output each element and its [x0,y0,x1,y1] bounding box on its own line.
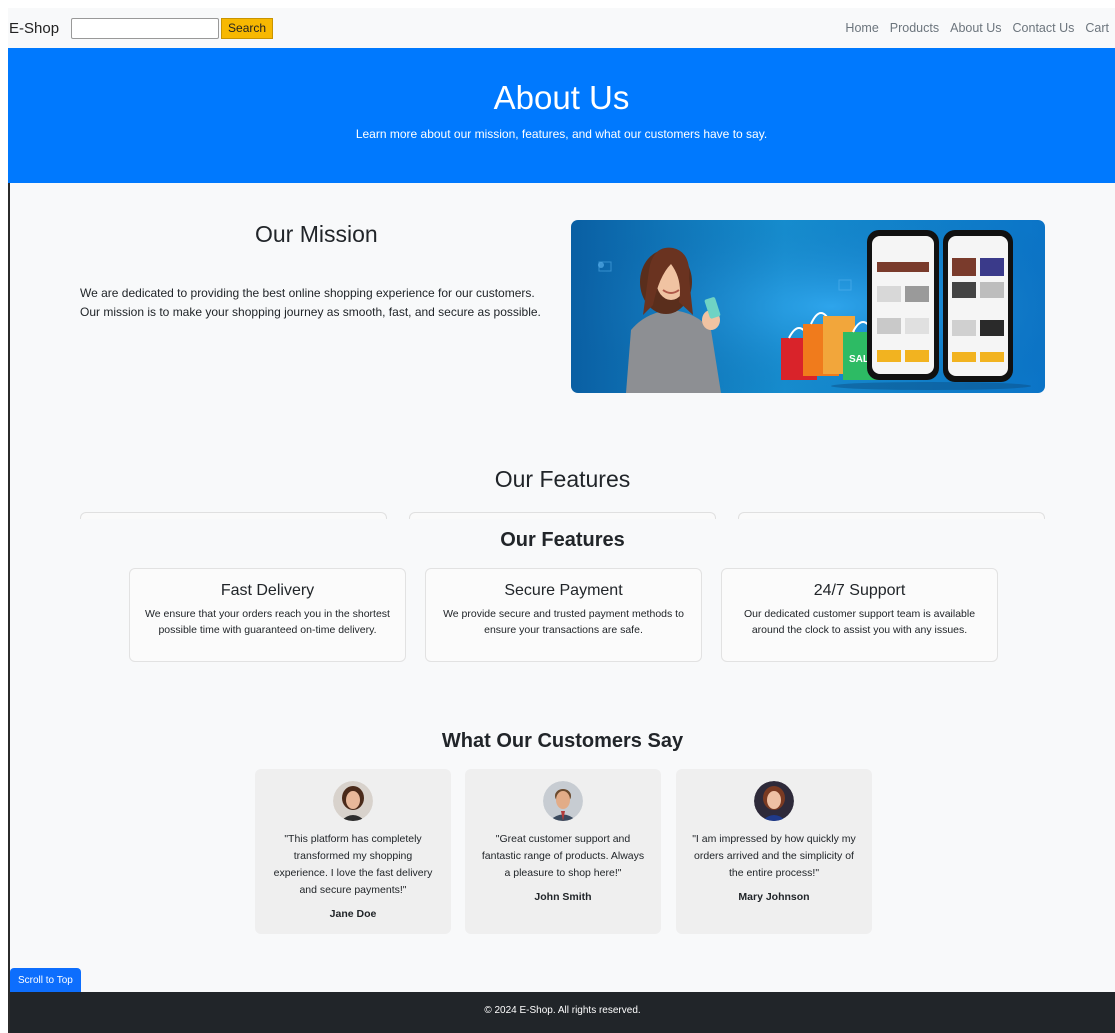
testimonial-card: "I am impressed by how quickly my orders… [676,769,872,934]
hero-title: About Us [493,79,630,116]
mission-section: Our Mission We are dedicated to providin… [10,183,1115,524]
feature-text: We ensure that your orders reach you in … [145,608,390,636]
shopping-illustration: SALE [571,220,1045,393]
testimonial-card: "This platform has completely transforme… [255,769,451,934]
footer-copyright: © 2024 E-Shop. All rights reserved. [484,1005,641,1016]
hero-banner: About Us Learn more about our mission, f… [8,48,1115,183]
navbar: E-Shop Search Home Products About Us Con… [8,8,1115,48]
testimonial-name: John Smith [534,891,592,903]
testimonial-quote: "This platform has completely transforme… [273,833,433,896]
testimonial-card: "Great customer support and fantastic ra… [465,769,661,934]
feature-text: Our dedicated customer support team is a… [743,608,976,636]
features-testimonials-section: Our Features Fast Delivery We ensure tha… [10,519,1115,992]
mission-title: Our Mission [255,221,378,247]
page: E-Shop Search Home Products About Us Con… [0,0,1115,1033]
scroll-to-top-button[interactable]: Scroll to Top [10,968,81,992]
testimonial-name: Mary Johnson [738,891,810,903]
hero-subtitle: Learn more about our mission, features, … [355,127,768,141]
features-title: Our Features [500,529,625,551]
mission-image: SALE [571,220,1045,393]
search-input[interactable] [71,17,220,39]
nav-link-contact-us[interactable]: Contact Us [1013,21,1075,35]
nav-link-cart[interactable]: Cart [1085,21,1109,35]
feature-text: We provide secure and trusted payment me… [443,608,684,636]
nav-link-products[interactable]: Products [890,21,939,35]
mission-text: We are dedicated to providing the best o… [80,286,541,319]
nav-links: Home Products About Us Contact Us Cart [845,21,1115,35]
nav-link-about-us[interactable]: About Us [950,21,1001,35]
testimonial-quote: "Great customer support and fantastic ra… [481,833,645,879]
testimonial-name: Jane Doe [329,908,377,920]
feature-card-fast-delivery: Fast Delivery We ensure that your orders… [129,568,406,662]
features-title-scrolled: Our Features [494,466,631,492]
nav-link-home[interactable]: Home [845,21,878,35]
avatar [333,781,373,821]
avatar [754,781,794,821]
feature-title: 24/7 Support [813,582,906,599]
avatar [543,781,583,821]
brand-logo[interactable]: E-Shop [9,20,59,37]
feature-card-secure-payment: Secure Payment We provide secure and tru… [425,568,702,662]
search-button[interactable]: Search [221,17,274,39]
feature-card-support: 24/7 Support Our dedicated customer supp… [721,568,998,662]
feature-title: Fast Delivery [220,582,315,599]
testimonials-title: What Our Customers Say [441,730,684,752]
testimonial-quote: "I am impressed by how quickly my orders… [692,833,856,879]
feature-title: Secure Payment [504,582,623,599]
footer: © 2024 E-Shop. All rights reserved. [10,992,1115,1033]
